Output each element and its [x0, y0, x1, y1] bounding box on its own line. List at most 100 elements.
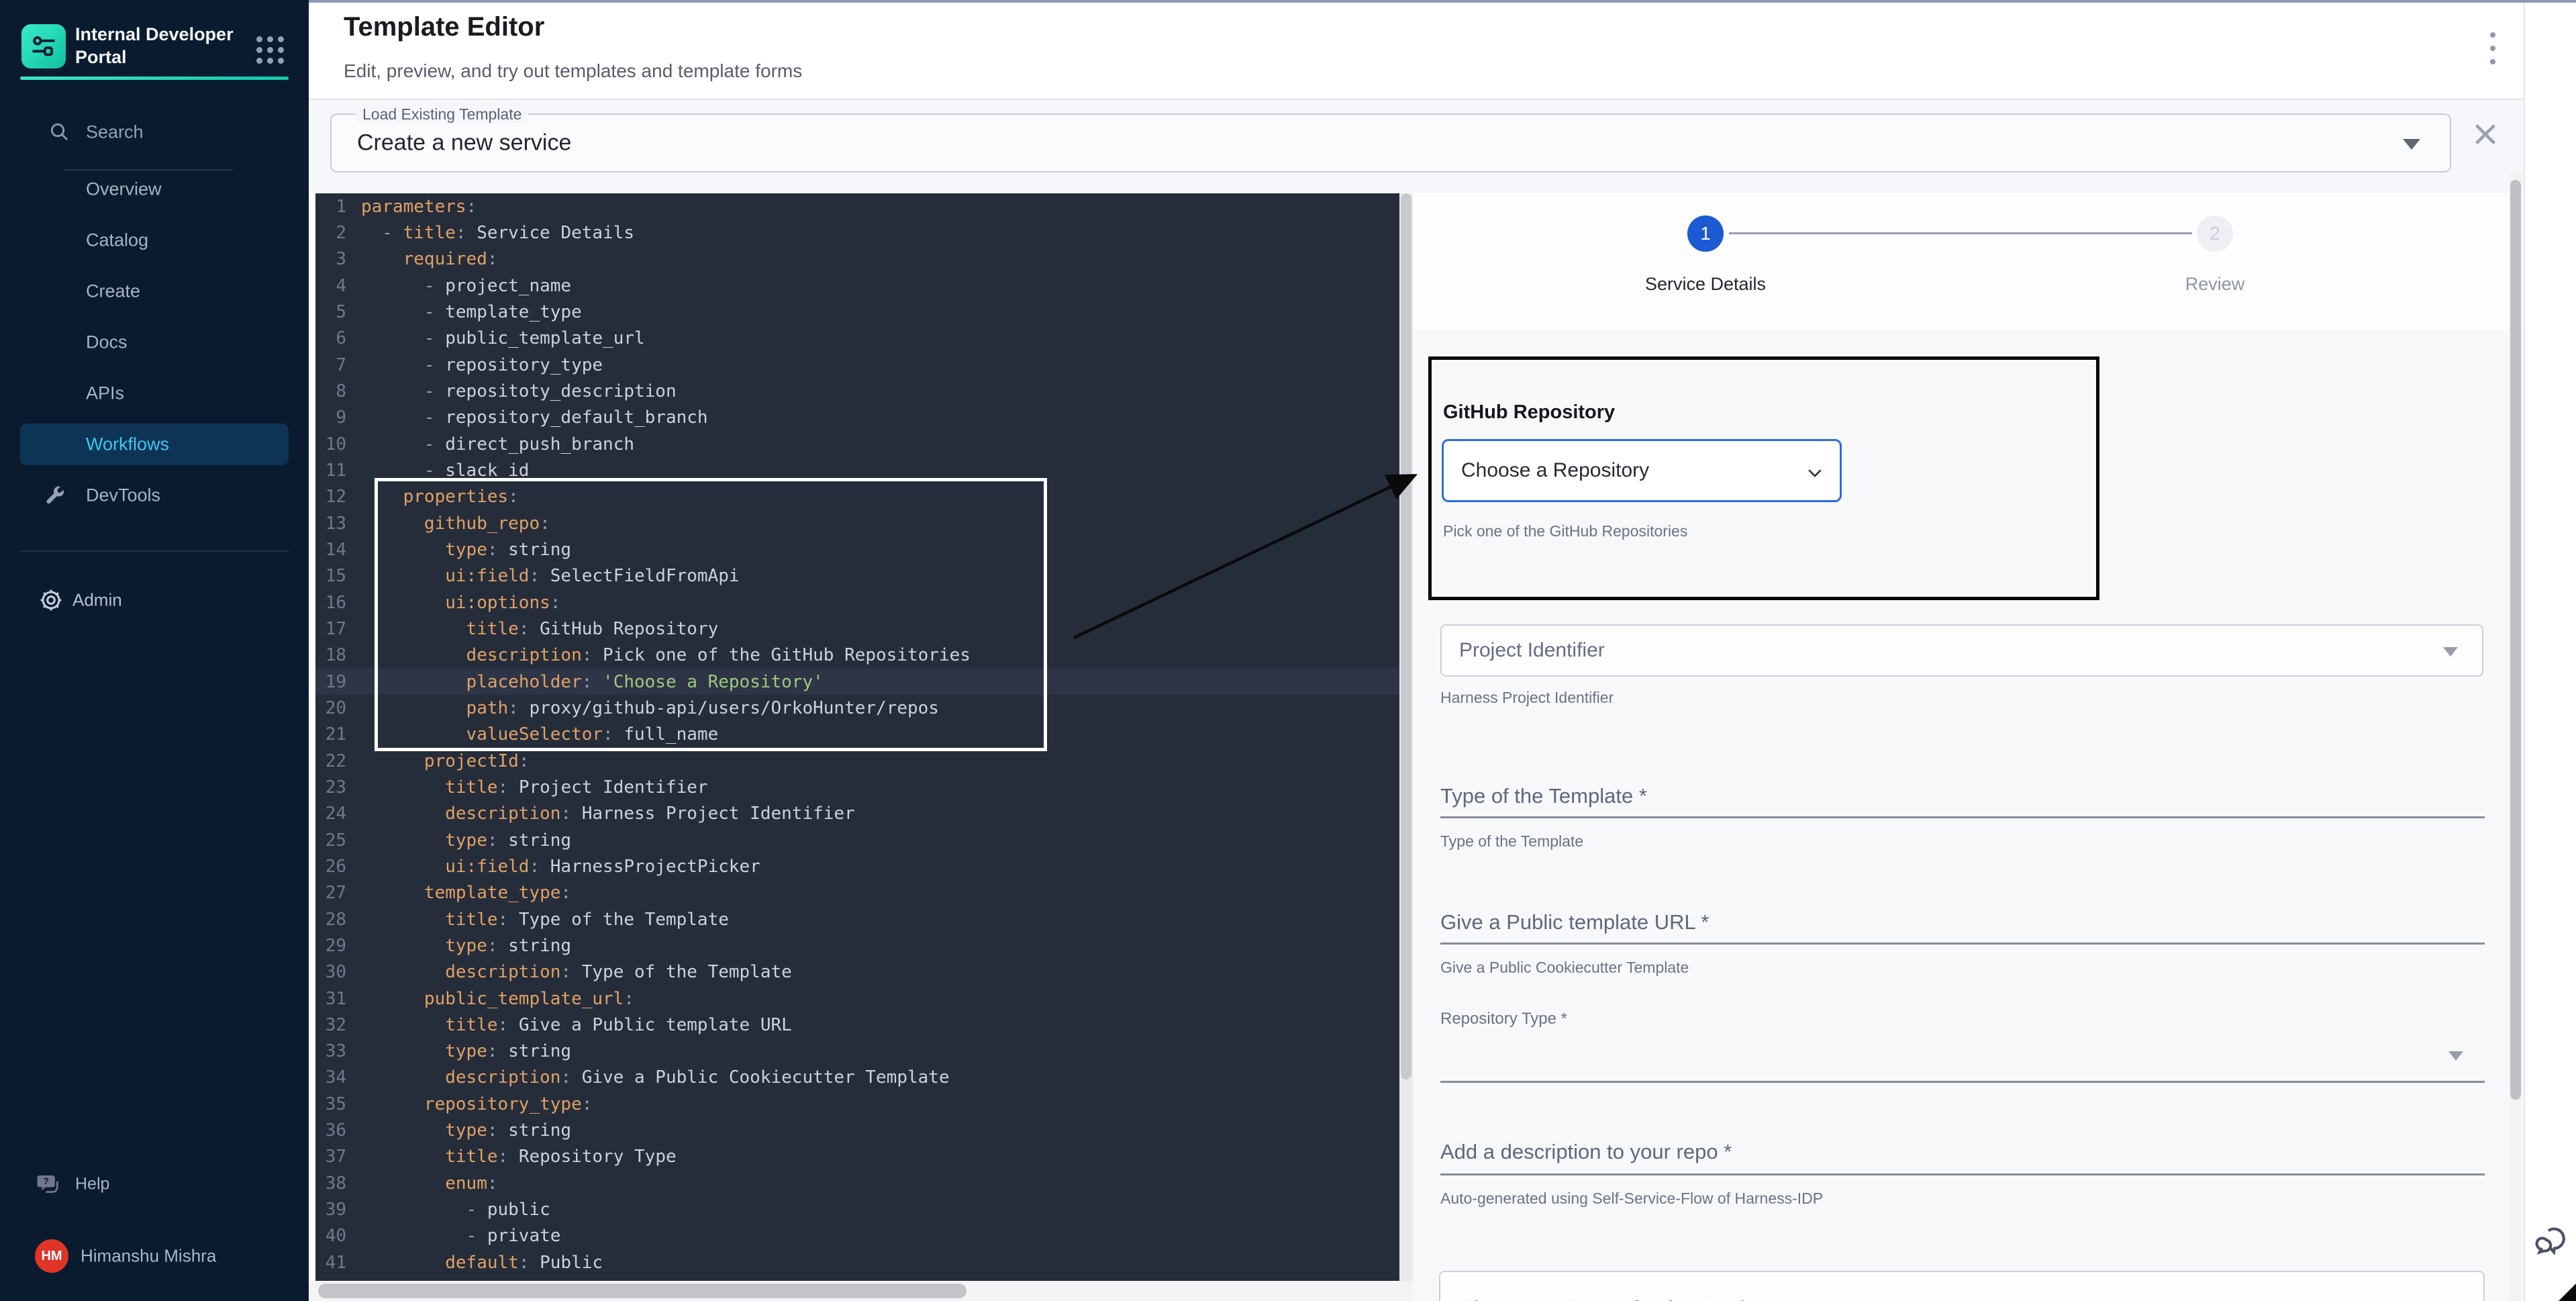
page-subtitle: Edit, preview, and try out templates and…: [344, 60, 802, 82]
project-identifier-value: Project Identifier: [1459, 639, 1605, 662]
code-line-24: 24 description: Harness Project Identifi…: [315, 801, 1399, 827]
editor-vertical-scrollbar-thumb[interactable]: [1401, 193, 1411, 1079]
code-line-29: 29 type: string: [315, 932, 1399, 959]
sidebar-item-label: Overview: [86, 179, 162, 200]
code-line-31: 31 public_template_url:: [315, 985, 1399, 1012]
corner-widget-fragment: [2559, 1284, 2576, 1301]
code-line-32: 32 title: Give a Public template URL: [315, 1012, 1399, 1038]
chevron-down-icon: [1805, 463, 1825, 483]
dropdown-caret-icon: [2403, 139, 2420, 150]
repo-description-helper: Auto-generated using Self-Service-Flow o…: [1440, 1190, 1823, 1208]
editor-horizontal-scrollbar[interactable]: [309, 1281, 1413, 1301]
editor-vertical-scrollbar[interactable]: [1399, 193, 1413, 1281]
help-chat-icon: ?: [35, 1171, 63, 1199]
repo-description-input[interactable]: [1440, 1173, 2485, 1175]
template-type-helper: Type of the Template: [1440, 832, 1583, 851]
apps-grid-icon[interactable]: [256, 36, 285, 64]
code-line-39: 39 - public: [315, 1196, 1399, 1222]
service-owner-select[interactable]: Choose an Owner for the Service: [1439, 1271, 2485, 1301]
code-line-7: 7 - repository_type: [315, 352, 1399, 378]
repository-type-select[interactable]: [1440, 1081, 2485, 1083]
code-line-35: 35 repository_type:: [315, 1091, 1399, 1117]
sidebar-search[interactable]: Search: [0, 113, 309, 152]
code-line-5: 5 - template_type: [315, 299, 1399, 325]
template-url-input[interactable]: [1440, 943, 2485, 945]
kebab-menu-icon[interactable]: [2479, 32, 2506, 73]
code-line-3: 3 required:: [315, 246, 1399, 273]
code-line-10: 10 - direct_push_branch: [315, 431, 1399, 457]
github-repository-value: Choose a Repository: [1461, 459, 1649, 482]
yaml-code-editor[interactable]: 1parameters:2 - title: Service Details3 …: [315, 193, 1399, 1281]
sidebar-item-workflows[interactable]: Workflows: [0, 419, 309, 470]
code-line-15: 15 ui:field: SelectFieldFromApi: [315, 563, 1399, 589]
stepper-area: [1413, 193, 2524, 330]
dropdown-caret-icon: [2443, 647, 2458, 657]
sidebar: Internal Developer Portal Search Overvie…: [0, 0, 309, 1301]
load-existing-template-select[interactable]: Load Existing Template Create a new serv…: [330, 113, 2451, 173]
gear-icon: [38, 587, 64, 614]
stepper-connector: [1729, 232, 2192, 234]
panel-right-border: [2524, 3, 2525, 1301]
code-line-13: 13 github_repo:: [315, 510, 1399, 536]
load-template-label: Load Existing Template: [356, 105, 528, 124]
sidebar-item-label: Docs: [86, 332, 128, 353]
step-1-label: Service Details: [1571, 274, 1840, 295]
code-line-16: 16 ui:options:: [315, 589, 1399, 616]
close-icon: [2470, 119, 2501, 150]
sidebar-user[interactable]: HM Himanshu Mishra: [0, 1235, 309, 1277]
code-line-20: 20 path: proxy/github-api/users/OrkoHunt…: [315, 695, 1399, 721]
header: Template Editor Edit, preview, and try o…: [309, 3, 2525, 99]
code-line-36: 36 type: string: [315, 1117, 1399, 1143]
code-line-17: 17 title: GitHub Repository: [315, 616, 1399, 642]
code-line-37: 37 title: Repository Type: [315, 1144, 1399, 1170]
editor-horizontal-scrollbar-thumb[interactable]: [318, 1284, 967, 1298]
code-line-33: 33 type: string: [315, 1039, 1399, 1065]
sidebar-item-catalog[interactable]: Catalog: [0, 215, 309, 266]
code-line-2: 2 - title: Service Details: [315, 220, 1399, 246]
clear-template-button[interactable]: [2470, 119, 2501, 150]
svg-text:?: ?: [43, 1175, 49, 1186]
avatar: HM: [35, 1239, 68, 1273]
sidebar-item-create[interactable]: Create: [0, 266, 309, 317]
code-line-18: 18 description: Pick one of the GitHub R…: [315, 642, 1399, 669]
code-line-34: 34 description: Give a Public Cookiecutt…: [315, 1065, 1399, 1091]
github-repository-label: GitHub Repository: [1443, 401, 1615, 424]
sidebar-item-help[interactable]: ? Help: [0, 1165, 309, 1203]
sidebar-item-label: Catalog: [86, 230, 148, 251]
admin-label: Admin: [72, 590, 122, 611]
template-type-input[interactable]: [1440, 816, 2485, 818]
template-url-label: Give a Public template URL *: [1440, 910, 1709, 934]
code-line-21: 21 valueSelector: full_name: [315, 722, 1399, 748]
idp-logo[interactable]: [21, 24, 66, 68]
code-line-14: 14 type: string: [315, 536, 1399, 563]
panel-scrollbar-thumb[interactable]: [2510, 180, 2521, 1100]
repository-type-label: Repository Type *: [1440, 1010, 1567, 1028]
form-preview-panel: [1413, 193, 2524, 1301]
support-chat-icon[interactable]: [2533, 1222, 2572, 1261]
sidebar-item-overview[interactable]: Overview: [0, 164, 309, 215]
code-line-27: 27 template_type:: [315, 880, 1399, 906]
idp-logo-glyph: [29, 32, 58, 61]
sidebar-item-label: Workflows: [86, 434, 169, 455]
github-repository-select[interactable]: Choose a Repository: [1442, 439, 1842, 502]
project-identifier-select[interactable]: Project Identifier: [1440, 624, 2483, 677]
code-line-25: 25 type: string: [315, 827, 1399, 853]
sidebar-item-admin[interactable]: Admin: [0, 581, 309, 619]
code-line-9: 9 - repository_default_branch: [315, 405, 1399, 431]
code-line-19: 19 placeholder: 'Choose a Repository': [315, 669, 1399, 695]
sidebar-item-label: DevTools: [86, 485, 160, 506]
wrench-icon: [43, 484, 66, 507]
template-url-helper: Give a Public Cookiecutter Template: [1440, 959, 1689, 977]
code-line-26: 26 ui:field: HarnessProjectPicker: [315, 853, 1399, 879]
code-line-12: 12 properties:: [315, 484, 1399, 510]
repo-description-label: Add a description to your repo *: [1440, 1140, 1732, 1164]
template-type-label: Type of the Template *: [1440, 784, 1647, 808]
search-icon: [48, 121, 70, 142]
code-line-22: 22 projectId:: [315, 748, 1399, 774]
step-2-indicator: 2: [2197, 215, 2233, 252]
sidebar-item-label: Create: [86, 281, 140, 302]
sidebar-item-docs[interactable]: Docs: [0, 317, 309, 368]
sidebar-item-apis[interactable]: APIs: [0, 368, 309, 419]
sidebar-item-devtools[interactable]: DevTools: [0, 470, 309, 521]
dropdown-caret-icon: [2448, 1051, 2463, 1061]
